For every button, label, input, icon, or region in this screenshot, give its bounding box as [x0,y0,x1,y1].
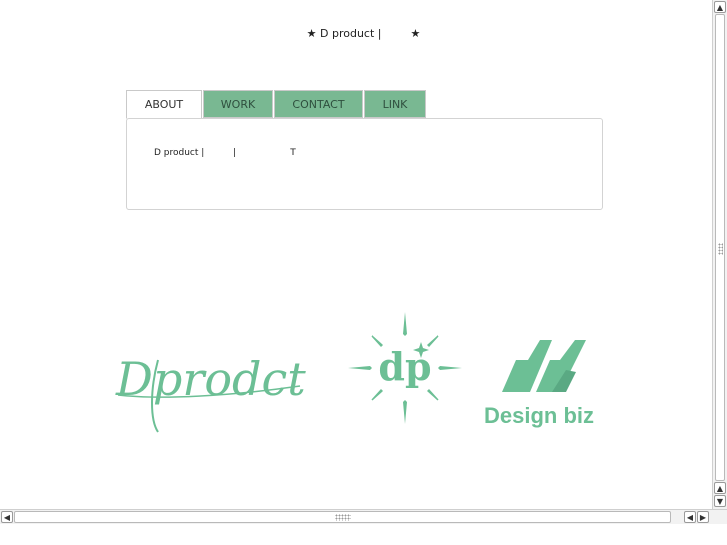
scroll-down-arrow-icon[interactable]: ▼ [714,495,726,507]
tab-work[interactable]: WORK [203,90,273,118]
scroll-left-arrow-icon[interactable]: ◀ [1,511,13,523]
svg-text:dp: dp [378,344,431,389]
star-icon: ★ [410,27,421,40]
logo-strip: Dprodct dp Design biz [115,312,594,433]
tab-contact[interactable]: CONTACT [274,90,363,118]
site-header: ★ D product | ★ [0,27,712,40]
svg-text:Design biz: Design biz [484,403,594,428]
scroll-up-arrow-icon[interactable]: ▲ [714,1,726,13]
scroll-right-arrow-icon[interactable]: ▶ [697,511,709,523]
grip-icon [718,243,723,255]
about-text: D product | | T [154,148,296,158]
horizontal-scrollbar[interactable]: ◀ ◀ ▶ [0,509,727,524]
vertical-scroll-thumb[interactable] [715,14,725,481]
dp-emblem-logo: dp [348,312,462,424]
svg-text:Dprodct: Dprodct [115,352,306,406]
vertical-scrollbar[interactable]: ▲ ▲ ▼ [712,0,727,509]
site-title-text: D product | [320,27,382,40]
dprodct-script-logo: Dprodct [115,352,306,433]
design-biz-logo: Design biz [484,340,594,428]
tab-panel-about: D product | | T [126,118,603,210]
star-icon: ★ [306,27,317,40]
tab-link[interactable]: LINK [364,90,426,118]
horizontal-scroll-thumb[interactable] [14,511,671,523]
grip-icon [335,514,351,521]
tab-about[interactable]: ABOUT [126,90,202,119]
scroll-up-arrow-icon[interactable]: ▲ [714,482,726,494]
scroll-left-arrow-icon[interactable]: ◀ [684,511,696,523]
page-viewport: ★ D product | ★ ABOUT WORK CONTACT LINK … [0,0,712,509]
